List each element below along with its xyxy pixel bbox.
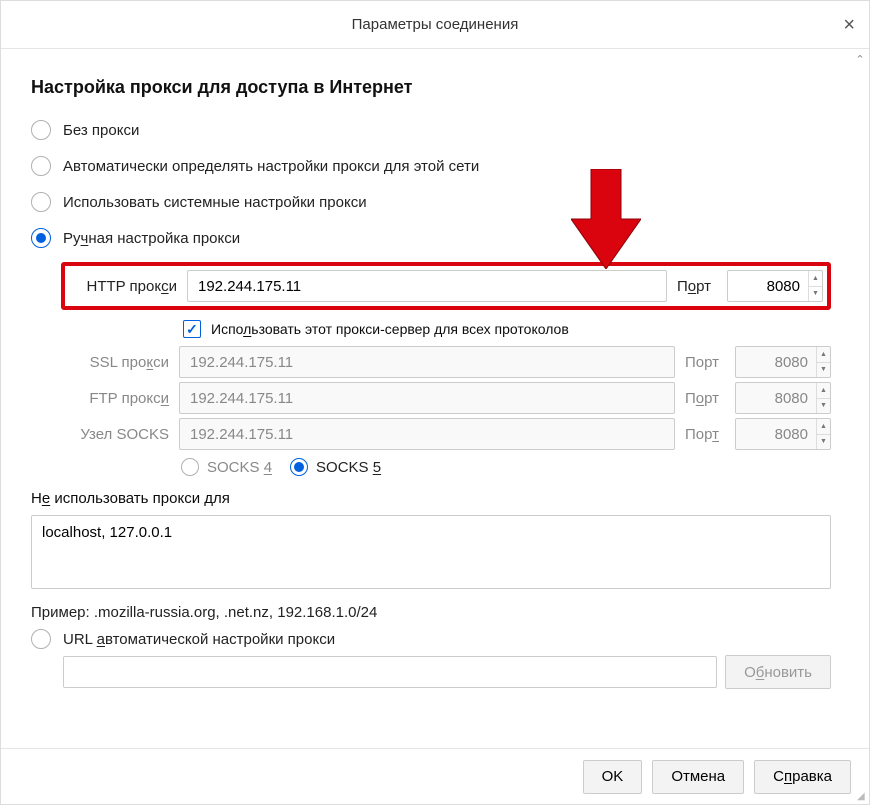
radio-icon [31,156,51,176]
spin-up-icon[interactable]: ▲ [809,271,822,287]
ssl-proxy-host-input [179,346,675,378]
spinner-buttons: ▲▼ [816,419,830,449]
radio-socks5[interactable]: SOCKS 5 [290,458,381,476]
ssl-port-input [736,347,816,377]
http-port-label: Порт [677,278,717,295]
example-text: Пример: .mozilla-russia.org, .net.nz, 19… [31,604,831,621]
http-port-input[interactable] [728,271,808,301]
radio-icon-checked [290,458,308,476]
socks5-label: SOCKS 5 [316,459,381,476]
spinner-buttons: ▲▼ [816,347,830,377]
socks-version-group: SOCKS 4 SOCKS 5 [181,458,831,476]
radio-socks4[interactable]: SOCKS 4 [181,458,272,476]
ssl-port-label: Порт [685,354,725,371]
radio-label: Использовать системные настройки прокси [63,194,367,211]
ftp-proxy-row: FTP прокси Порт ▲▼ [61,382,831,414]
radio-icon [31,120,51,140]
page-heading: Настройка прокси для доступа в Интернет [31,77,831,98]
use-for-all-protocols-row[interactable]: ✓ Использовать этот прокси-сервер для вс… [183,320,831,338]
radio-manual-proxy[interactable]: Ручная настройка прокси [31,220,831,256]
cancel-button[interactable]: Отмена [652,760,744,794]
http-proxy-highlight: HTTP прокси Порт ▲▼ [61,262,831,310]
socks-proxy-row: Узел SOCKS Порт ▲▼ [61,418,831,450]
checkbox-checked-icon[interactable]: ✓ [183,320,201,338]
socks-proxy-host-input [179,418,675,450]
socks-port-label: Порт [685,426,725,443]
radio-auto-detect[interactable]: Автоматически определять настройки прокс… [31,148,831,184]
radio-system-proxy[interactable]: Использовать системные настройки прокси [31,184,831,220]
ftp-port-input [736,383,816,413]
ssl-proxy-row: SSL прокси Порт ▲▼ [61,346,831,378]
scroll-up-icon[interactable]: ⌃ [855,49,864,70]
ftp-proxy-label: FTP прокси [61,390,169,407]
http-proxy-label: HTTP прокси [69,278,177,295]
ok-button[interactable]: OK [583,760,643,794]
ssl-proxy-label: SSL прокси [61,354,169,371]
resize-grip-icon[interactable]: ◢ [857,792,867,802]
spinner-buttons[interactable]: ▲▼ [808,271,822,301]
radio-icon [181,458,199,476]
radio-icon [31,192,51,212]
pac-url-input[interactable] [63,656,717,688]
manual-proxy-block: HTTP прокси Порт ▲▼ ✓ Использовать этот … [61,262,831,476]
radio-icon-checked [31,228,51,248]
radio-label: Ручная настройка прокси [63,230,240,247]
socks-proxy-label: Узел SOCKS [61,426,169,443]
use-for-all-label: Использовать этот прокси-сервер для всех… [211,321,569,337]
no-proxy-for-label: Не использовать прокси для [31,490,831,507]
ftp-proxy-host-input [179,382,675,414]
socks-port-input [736,419,816,449]
radio-icon [31,629,51,649]
radio-label: URL автоматической настройки прокси [63,631,335,648]
reload-button[interactable]: Обновить [725,655,831,689]
spinner-buttons: ▲▼ [816,383,830,413]
spin-down-icon[interactable]: ▼ [809,287,822,302]
radio-label: Без прокси [63,122,139,139]
pac-url-input-row: Обновить [63,655,831,689]
ftp-port-spinner: ▲▼ [735,382,831,414]
socks-port-spinner: ▲▼ [735,418,831,450]
titlebar: Параметры соединения × [1,1,869,49]
content-area: Настройка прокси для доступа в Интернет … [1,49,869,748]
connection-settings-dialog: Параметры соединения × Настройка прокси … [0,0,870,805]
scrollbar[interactable]: ⌃ [851,49,869,748]
radio-pac-url[interactable]: URL автоматической настройки прокси [31,629,831,649]
http-proxy-host-input[interactable] [187,270,667,302]
radio-no-proxy[interactable]: Без прокси [31,112,831,148]
close-icon[interactable]: × [843,15,855,35]
help-button[interactable]: Справка [754,760,851,794]
ssl-port-spinner: ▲▼ [735,346,831,378]
http-port-spinner[interactable]: ▲▼ [727,270,823,302]
dialog-title: Параметры соединения [352,16,519,33]
no-proxy-textarea[interactable] [31,515,831,589]
dialog-footer: OK Отмена Справка ◢ [1,748,869,804]
ftp-port-label: Порт [685,390,725,407]
socks4-label: SOCKS 4 [207,459,272,476]
radio-label: Автоматически определять настройки прокс… [63,158,479,175]
